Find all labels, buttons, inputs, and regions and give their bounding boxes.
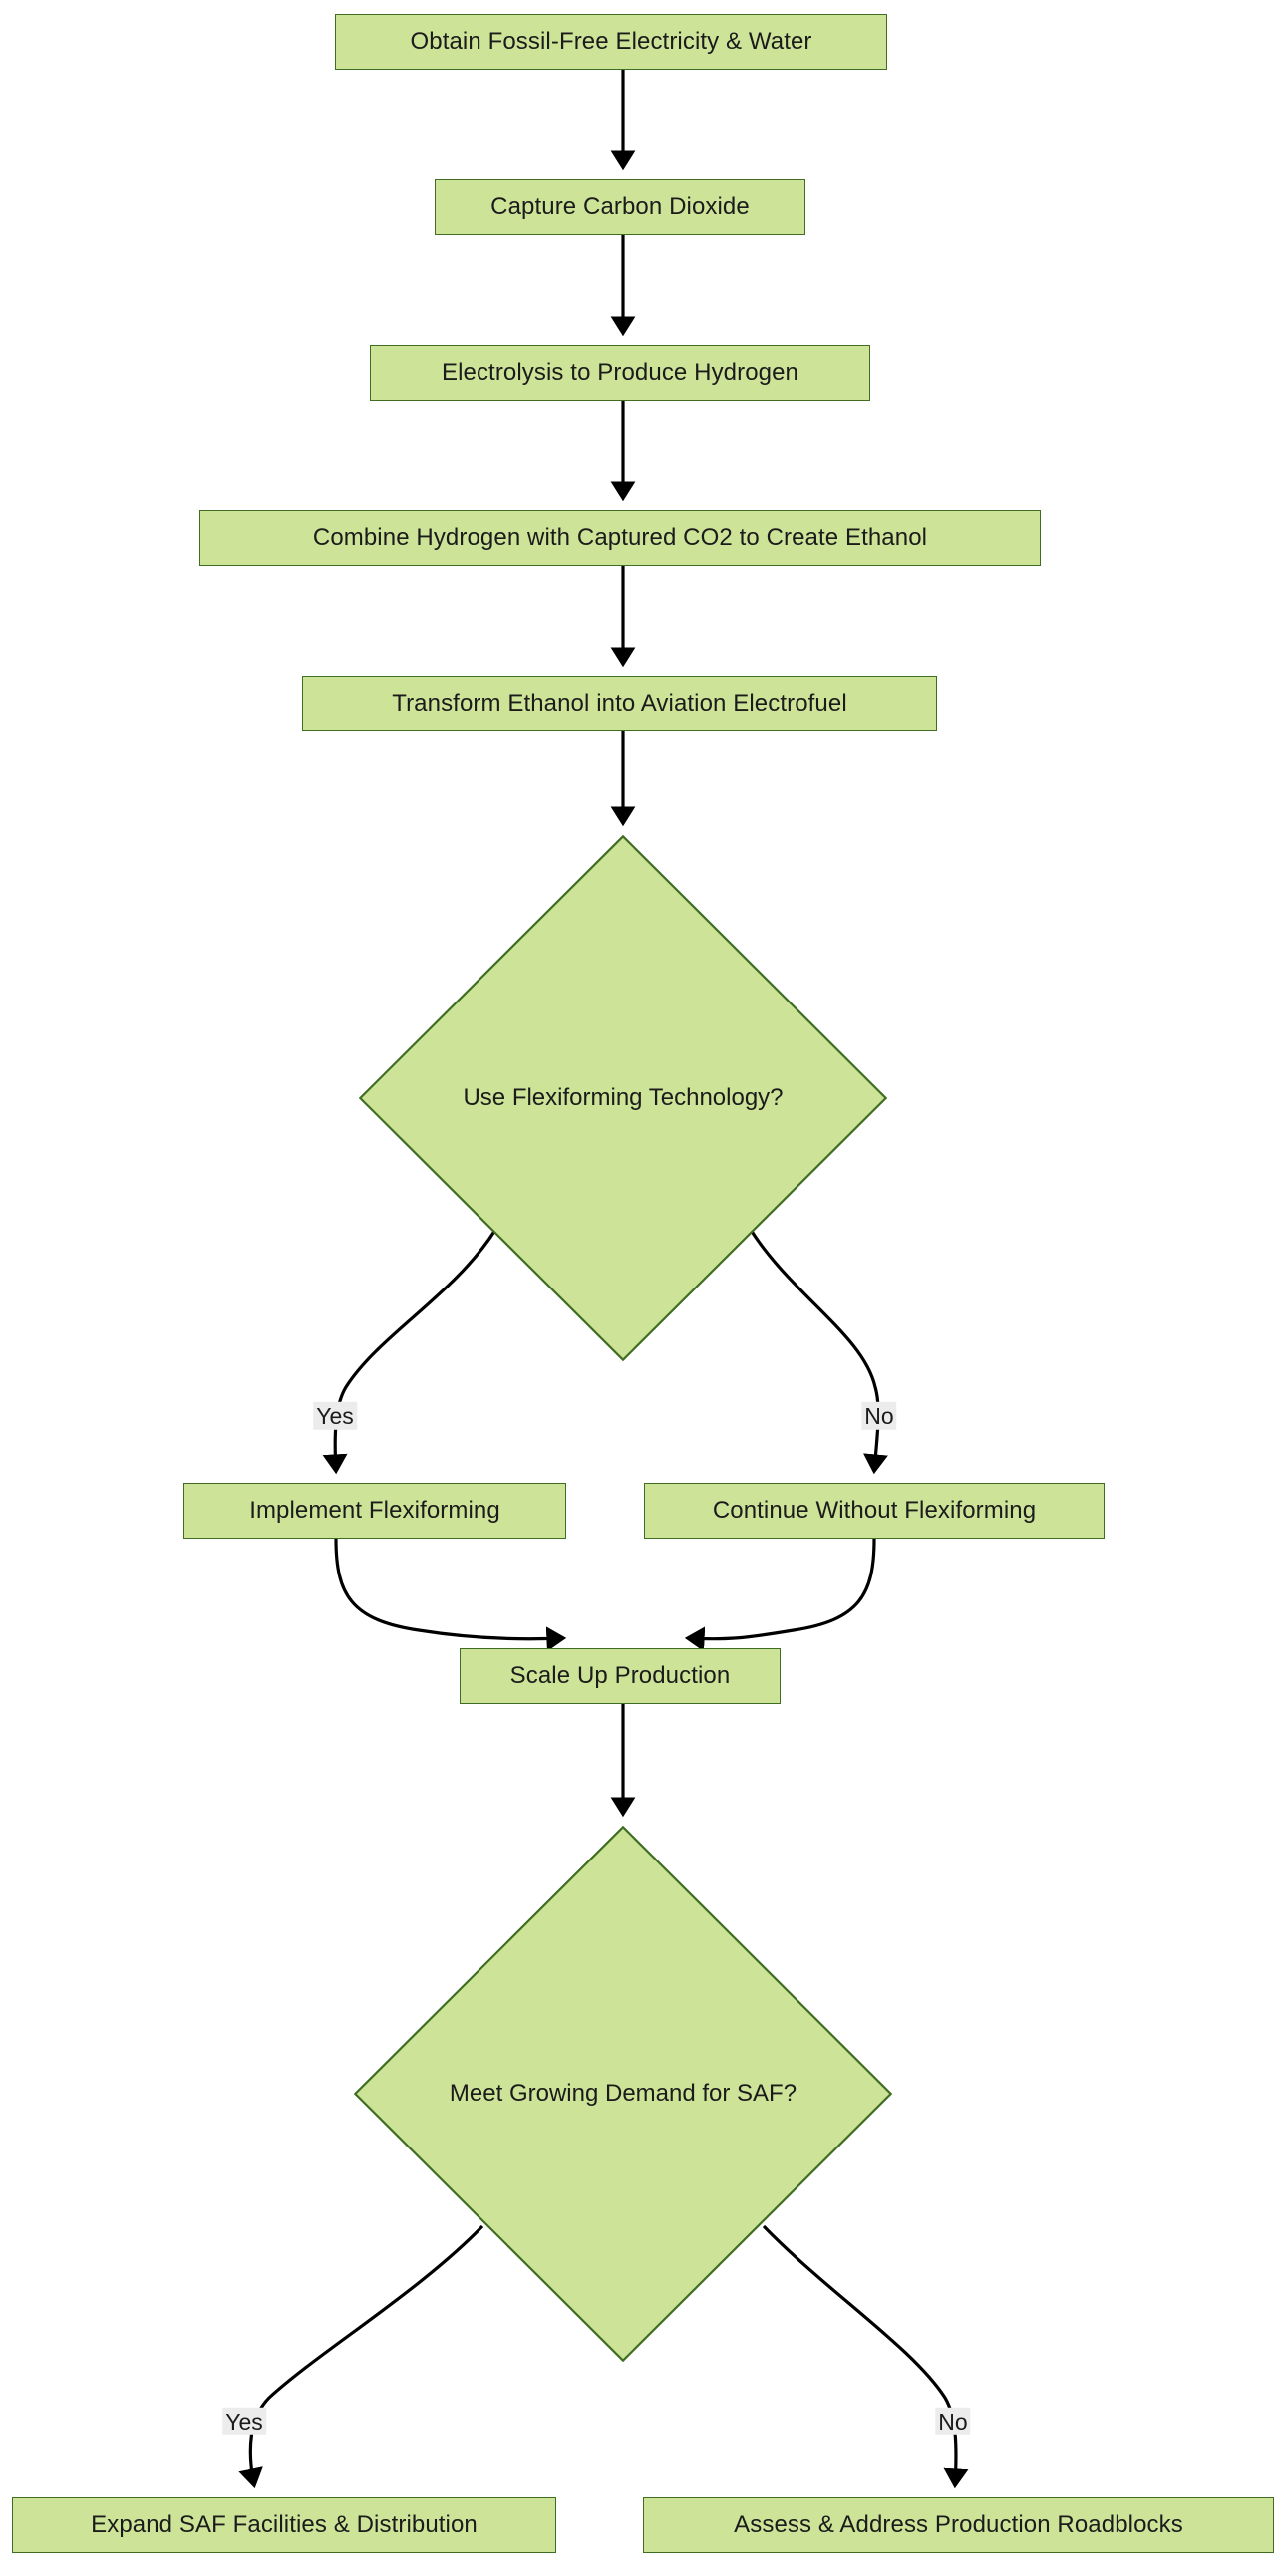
node-implement-flexiforming[interactable]: Implement Flexiforming	[183, 1483, 566, 1539]
node-label: Expand SAF Facilities & Distribution	[91, 2510, 478, 2538]
node-label: Use Flexiforming Technology?	[463, 1083, 784, 1111]
flowchart-canvas: Obtain Fossil-Free Electricity & Water C…	[0, 0, 1276, 2576]
node-label: Continue Without Flexiforming	[712, 1496, 1037, 1524]
node-assess-address-production-roadblocks[interactable]: Assess & Address Production Roadblocks	[643, 2497, 1274, 2553]
edge-label-yes-flexiforming: Yes	[313, 1401, 357, 1431]
node-combine-hydrogen-with-captured-co2[interactable]: Combine Hydrogen with Captured CO2 to Cr…	[199, 510, 1041, 566]
node-label: Scale Up Production	[509, 1661, 731, 1689]
node-label: Meet Growing Demand for SAF?	[449, 2079, 798, 2107]
edge-label-yes-demand: Yes	[222, 2407, 266, 2436]
node-layer: Obtain Fossil-Free Electricity & Water C…	[0, 0, 1276, 2576]
node-transform-ethanol-into-aviation-electrofuel[interactable]: Transform Ethanol into Aviation Electrof…	[302, 676, 937, 731]
node-obtain-fossil-free-electricity-water[interactable]: Obtain Fossil-Free Electricity & Water	[335, 14, 887, 70]
node-electrolysis-to-produce-hydrogen[interactable]: Electrolysis to Produce Hydrogen	[370, 345, 870, 401]
edge-label-no-demand: No	[935, 2407, 971, 2436]
node-continue-without-flexiforming[interactable]: Continue Without Flexiforming	[644, 1483, 1105, 1539]
node-label: Capture Carbon Dioxide	[490, 192, 750, 220]
decision-use-flexiforming-technology[interactable]: Use Flexiforming Technology?	[359, 835, 887, 1361]
node-label: Combine Hydrogen with Captured CO2 to Cr…	[312, 523, 928, 551]
decision-meet-growing-demand-for-saf[interactable]: Meet Growing Demand for SAF?	[354, 1826, 892, 2362]
node-label: Implement Flexiforming	[249, 1496, 500, 1524]
node-capture-carbon-dioxide[interactable]: Capture Carbon Dioxide	[435, 179, 805, 235]
node-label: Assess & Address Production Roadblocks	[734, 2510, 1183, 2538]
node-label: Electrolysis to Produce Hydrogen	[441, 358, 799, 386]
node-scale-up-production[interactable]: Scale Up Production	[460, 1648, 781, 1704]
edge-label-no-flexiforming: No	[861, 1401, 897, 1431]
node-label: Transform Ethanol into Aviation Electrof…	[392, 689, 847, 716]
node-expand-saf-facilities-distribution[interactable]: Expand SAF Facilities & Distribution	[12, 2497, 556, 2553]
node-label: Obtain Fossil-Free Electricity & Water	[410, 27, 812, 55]
